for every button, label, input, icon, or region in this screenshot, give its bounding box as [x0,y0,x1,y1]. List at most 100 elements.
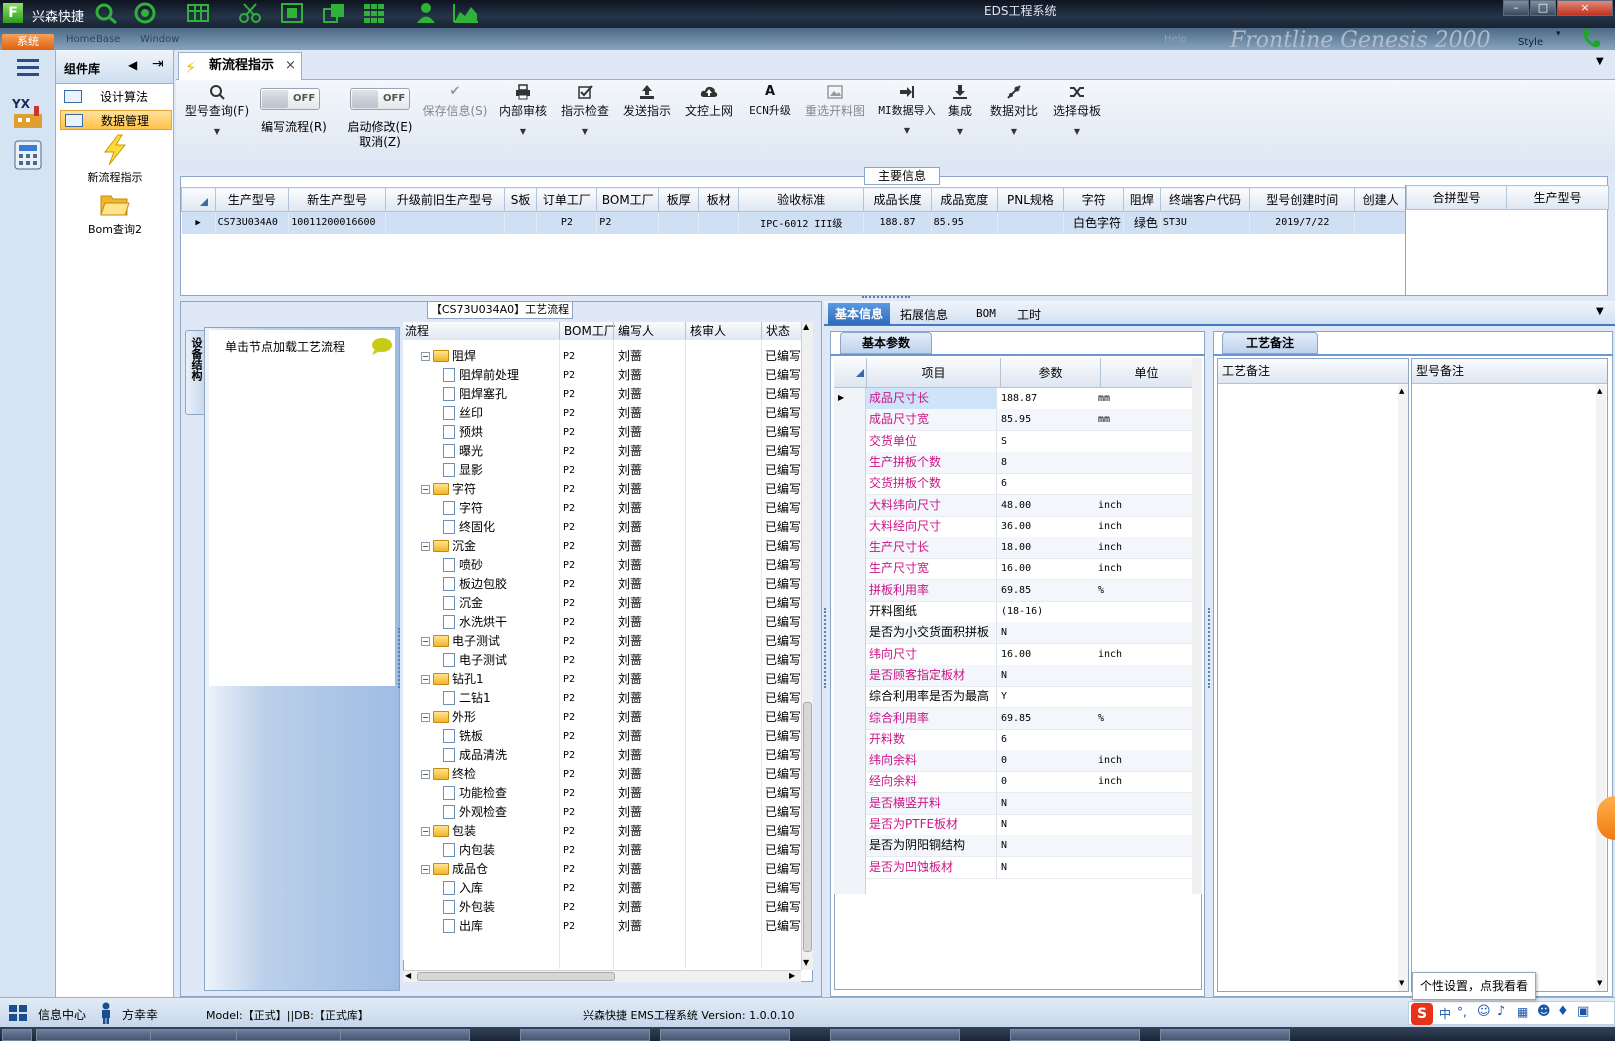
info-center-link[interactable]: 信息中心 [38,1006,86,1023]
param-value[interactable]: 69.85 [1001,708,1031,729]
column-header[interactable]: 创建人 [1354,187,1407,212]
model-note-scrollbar[interactable]: ▲ ▼ [1596,385,1606,991]
table-cell[interactable]: ST3U [1160,211,1251,234]
tree-row[interactable]: − 电子测试 P2 刘蔷 已编写 [403,632,813,651]
left-splitter-grip[interactable] [398,628,402,688]
param-row[interactable]: 纬向尺寸 16.00 inch [866,643,1192,666]
table-cell[interactable] [1354,211,1407,234]
tree-row[interactable]: − 钻孔1 P2 刘蔷 已编写 [403,670,813,689]
ime-toolbox-icon[interactable]: ▣ [1577,1004,1589,1019]
column-header[interactable]: 板厚 [658,187,700,212]
data-compare-button[interactable]: 数据对比 ▼ [984,84,1044,136]
doc-control-online-button[interactable]: 文控上网 [680,84,738,119]
tree-row[interactable]: 阻焊前处理 P2 刘蔷 已编写 [403,366,813,385]
column-header[interactable]: 字符 [1063,187,1125,212]
table-cell[interactable] [385,211,505,234]
param-row[interactable]: 生产尺寸宽 16.00 inch [866,558,1192,581]
tree-row[interactable]: 喷砂 P2 刘蔷 已编写 [403,556,813,575]
param-value[interactable]: 85.95 [1001,409,1031,430]
collapse-toggle-icon[interactable]: − [421,770,430,779]
table-cell[interactable] [658,211,700,234]
table-cell[interactable]: CS73U034A0 [215,211,290,234]
nav-item-design-algorithm[interactable]: 设计算法 [60,87,172,107]
param-row[interactable]: 是否为阴阳铜结构 N [866,835,1192,858]
param-row[interactable]: 成品尺寸长 188.87 mm [866,388,1192,410]
param-row[interactable]: 是否顾客指定板材 N [866,664,1192,687]
reselect-cutting-chart-button[interactable]: 重选开料图 [800,84,870,119]
mi-data-import-button[interactable]: MI数据导入 ▼ [872,84,942,135]
param-row[interactable]: 经向余料 0 inch [866,771,1192,794]
menu-base[interactable]: Base [96,34,120,45]
personalize-tooltip[interactable]: 个性设置，点我看看 [1412,972,1536,1000]
column-header[interactable]: BOM工厂 [559,322,616,340]
bom-query2-button[interactable]: Bom查询2 [56,190,174,237]
middle-splitter-grip[interactable] [824,608,828,688]
table-cell[interactable]: 85.95 [931,211,998,234]
maximize-button[interactable]: □ [1530,0,1556,16]
param-row[interactable]: 交货单位 S [866,430,1192,453]
process-notes-tab[interactable]: 工艺备注 [1222,332,1318,354]
column-header[interactable]: 阻焊 [1123,187,1161,212]
param-value[interactable]: N [1001,665,1007,686]
process-tree-vscrollbar[interactable]: ▲ ▼ [801,322,813,970]
tab-list-chevron-icon[interactable]: ▼ [1596,56,1604,67]
ime-voice-icon[interactable]: ♪ [1497,1004,1505,1019]
dropdown-arrow-icon[interactable]: ▼ [940,127,980,136]
close-button[interactable]: × [1557,0,1613,16]
param-value[interactable]: N [1001,793,1007,814]
tab-extended-info[interactable]: 拓展信息 [900,306,948,323]
minimize-button[interactable]: – [1503,0,1529,16]
dropdown-arrow-icon[interactable]: ▼ [182,127,252,136]
param-row[interactable]: 大料纬向尺寸 48.00 inch [866,494,1192,517]
user-icon[interactable] [414,2,438,24]
tree-row[interactable]: 功能检查 P2 刘蔷 已编写 [403,784,813,803]
table-cell[interactable]: 188.87 [863,211,932,234]
tree-row[interactable]: 出库 P2 刘蔷 已编写 [403,917,813,936]
tab-work-hours[interactable]: 工时 [1017,306,1041,323]
params-scrollbar[interactable] [1192,358,1202,894]
param-row[interactable]: 交货拼板个数 6 [866,473,1192,496]
tree-row[interactable]: − 包装 P2 刘蔷 已编写 [403,822,813,841]
column-header[interactable]: 生产型号 [214,187,290,212]
model-query-button[interactable]: 型号查询(F) ▼ [182,84,252,136]
collapse-toggle-icon[interactable]: − [421,865,430,874]
collapse-toggle-icon[interactable]: − [421,713,430,722]
chart-icon[interactable] [452,2,478,24]
column-header[interactable]: 编写人 [613,322,654,340]
tree-row[interactable]: 铣板 P2 刘蔷 已编写 [403,727,813,746]
right-splitter-grip[interactable] [1208,608,1212,688]
collapse-toggle-icon[interactable]: − [421,542,430,551]
param-row[interactable]: 是否为PTFE板材 N [866,814,1192,836]
taskbar-item[interactable] [520,1029,650,1041]
tab-basic-info[interactable]: 基本信息 [828,303,890,325]
column-header[interactable]: 板材 [698,187,740,212]
param-value[interactable]: N [1001,622,1007,643]
tree-row[interactable]: 成品清洗 P2 刘蔷 已编写 [403,746,813,765]
new-process-button[interactable]: 新流程指示 [56,134,174,185]
ime-user-icon[interactable]: ☻ [1537,1004,1551,1019]
table-cell[interactable]: 2019/7/22 [1249,211,1356,234]
speech-bubble-icon[interactable] [369,336,393,356]
tree-row[interactable]: 字符 P2 刘蔷 已编写 [403,499,813,518]
device-structure-tab[interactable]: 设备结构 [185,330,205,415]
collapse-toggle-icon[interactable]: − [421,637,430,646]
scroll-right-icon[interactable]: ▶ [789,971,795,980]
tree-row[interactable]: − 字符 P2 刘蔷 已编写 [403,480,813,499]
ime-emoji-icon[interactable]: ☺ [1477,1004,1491,1019]
column-header[interactable]: 成品长度 [863,187,932,212]
tree-row[interactable]: 内包装 P2 刘蔷 已编写 [403,841,813,860]
param-row[interactable]: 成品尺寸宽 85.95 mm [866,409,1192,432]
collapse-toggle-icon[interactable]: − [421,485,430,494]
taskbar-item[interactable] [1160,1029,1290,1041]
param-value[interactable]: N [1001,857,1007,878]
param-value[interactable]: 36.00 [1001,516,1031,537]
film-icon[interactable] [280,2,304,24]
taskbar-item[interactable] [340,1029,470,1041]
column-header[interactable]: 生产型号 [1506,185,1609,210]
detail-tab-menu-chevron-icon[interactable]: ▼ [1596,306,1604,317]
param-value[interactable]: N [1001,835,1007,856]
taskbar-item[interactable] [660,1029,790,1041]
scroll-up-icon[interactable]: ▲ [803,322,809,331]
menu-icon[interactable] [14,56,42,78]
tree-row[interactable]: 入库 P2 刘蔷 已编写 [403,879,813,898]
